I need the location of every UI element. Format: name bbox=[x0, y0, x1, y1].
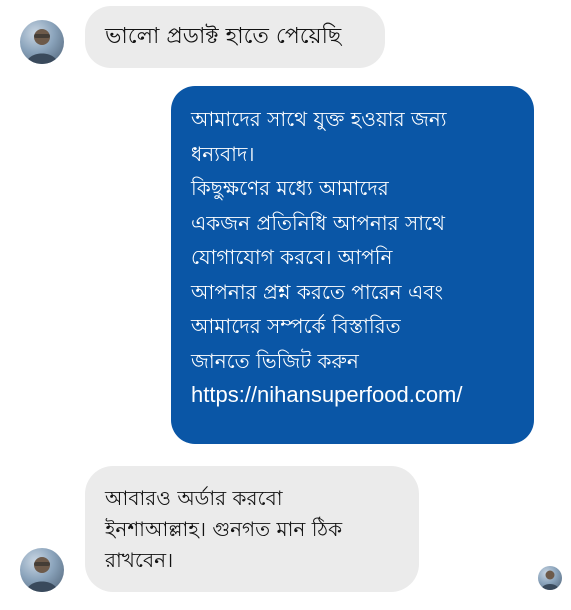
incoming-message-bubble[interactable]: আবারও অর্ডার করবো ইনশাআল্লাহ। গুনগত মান … bbox=[85, 466, 419, 592]
user-avatar-icon[interactable] bbox=[20, 20, 64, 64]
chat-thread: ভালো প্রডাক্ট হাতে পেয়েছি আমাদের সাথে য… bbox=[0, 0, 571, 610]
incoming-message-bubble[interactable]: ভালো প্রডাক্ট হাতে পেয়েছি bbox=[85, 6, 385, 68]
message-link[interactable]: https://nihansuperfood.com/ bbox=[191, 378, 516, 412]
message-text: আবারও অর্ডার করবো ইনশাআল্লাহ। গুনগত মান … bbox=[105, 486, 343, 572]
outgoing-message-bubble[interactable]: আমাদের সাথে যুক্ত হওয়ার জন্য ধন্যবাদ। ক… bbox=[171, 86, 534, 444]
seen-avatar-icon bbox=[538, 566, 562, 590]
message-text: ভালো প্রডাক্ট হাতে পেয়েছি bbox=[105, 24, 342, 49]
message-text: আমাদের সাথে যুক্ত হওয়ার জন্য ধন্যবাদ। ক… bbox=[191, 107, 447, 373]
user-avatar-icon[interactable] bbox=[20, 548, 64, 592]
